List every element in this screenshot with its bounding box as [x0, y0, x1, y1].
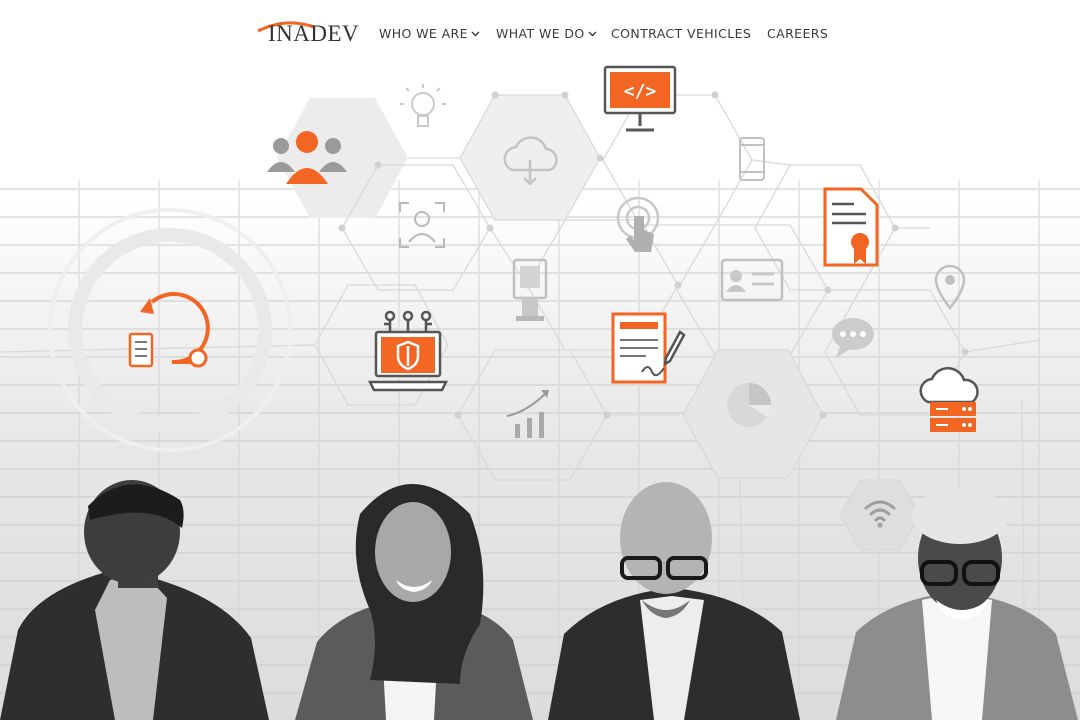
nav-who-we-are[interactable]: WHO WE ARE — [379, 26, 480, 41]
cloud-download-icon — [503, 136, 558, 186]
nav-what-we-do[interactable]: WHAT WE DO — [496, 26, 597, 41]
svg-text:</>: </> — [624, 81, 657, 102]
chevron-down-icon — [588, 31, 597, 37]
shield-laptop-icon — [368, 310, 448, 392]
nav-careers[interactable]: CAREERS — [767, 26, 828, 41]
contract-sign-icon — [611, 312, 686, 384]
users-icon — [267, 131, 347, 184]
smartphone-icon — [739, 137, 765, 181]
location-pin-icon — [934, 264, 966, 310]
certificate-icon — [823, 187, 879, 267]
nav-contract-vehicles[interactable]: CONTRACT VEHICLES — [611, 26, 751, 41]
growth-chart-icon — [506, 390, 549, 438]
nav-label: WHO WE ARE — [379, 26, 468, 41]
lightbulb-icon — [400, 84, 446, 127]
nav-label: CAREERS — [767, 26, 829, 41]
nav-label: CONTRACT VEHICLES — [611, 26, 752, 41]
logo-text: INADEV — [268, 21, 360, 46]
person-3 — [548, 482, 800, 720]
person-1 — [0, 480, 269, 720]
pie-chart-icon — [727, 383, 771, 427]
person-2 — [295, 484, 533, 720]
top-navigation: INADEV WHO WE ARE WHAT WE DO CONTRACT VE… — [0, 0, 1080, 66]
nav-label: WHAT WE DO — [496, 26, 585, 41]
hero-banner: </> — [0, 0, 1080, 720]
face-scan-icon — [399, 202, 445, 248]
chat-icon — [832, 318, 874, 358]
cycle-icon — [128, 292, 210, 368]
touch-icon — [616, 196, 660, 252]
person-4 — [836, 488, 1078, 720]
chevron-down-icon — [471, 31, 480, 37]
id-card-icon — [720, 258, 784, 302]
kiosk-icon — [512, 258, 548, 321]
team-photo — [0, 480, 1078, 720]
cloud-server-icon — [919, 367, 979, 432]
code-monitor-icon: </> — [603, 65, 677, 132]
